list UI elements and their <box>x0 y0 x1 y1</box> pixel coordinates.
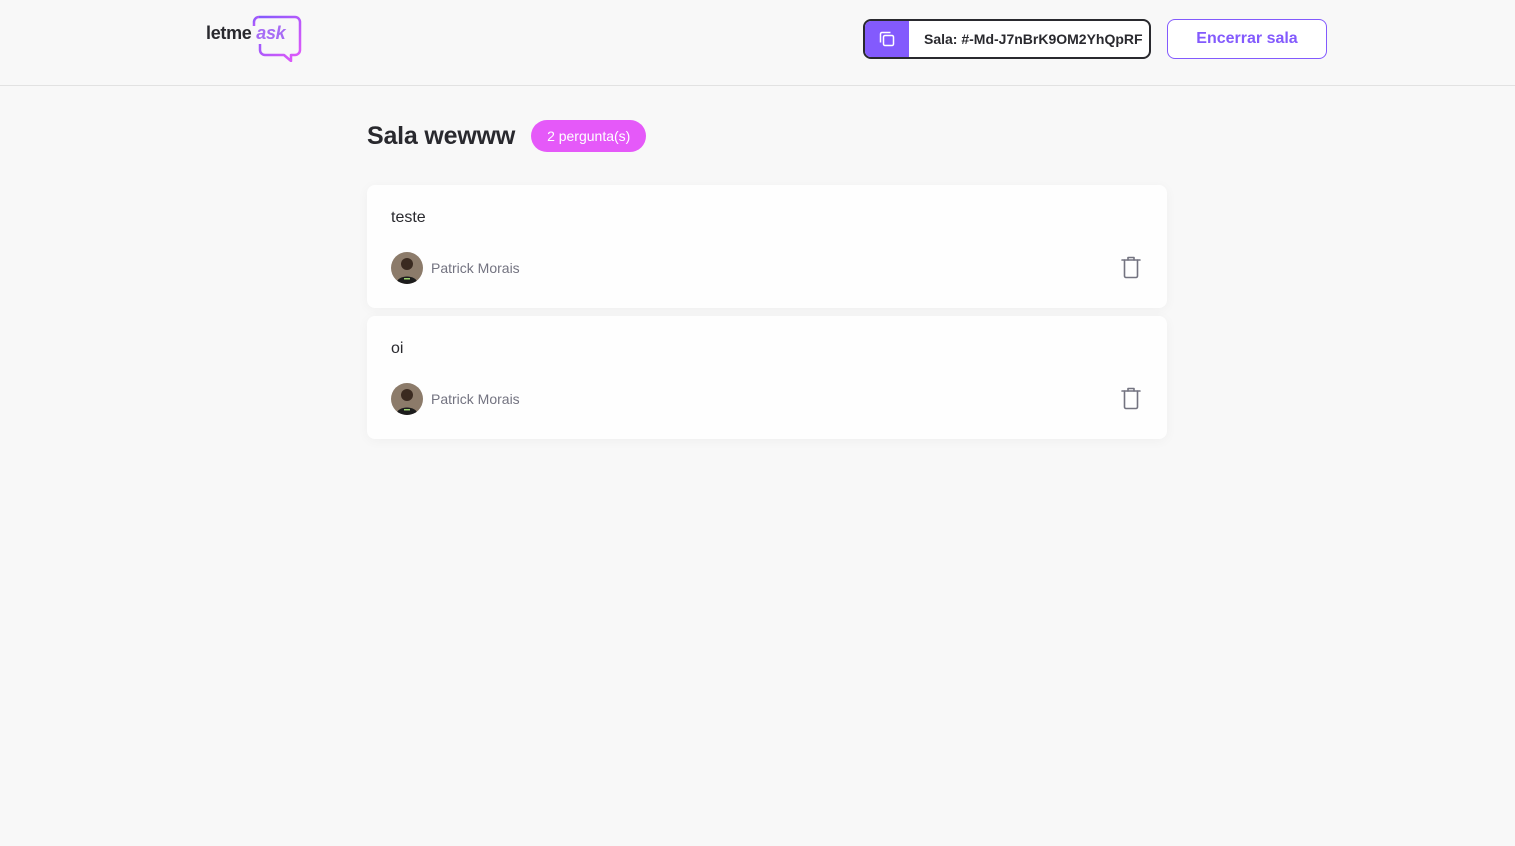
room-title-row: Sala wewww 2 pergunta(s) <box>367 120 647 152</box>
author-name: Patrick Morais <box>431 391 520 407</box>
copy-icon-box[interactable] <box>865 21 909 57</box>
trash-icon <box>1121 387 1141 410</box>
close-room-button[interactable]: Encerrar sala <box>1167 19 1327 59</box>
copy-icon <box>879 31 895 47</box>
avatar <box>391 252 423 284</box>
question-author: Patrick Morais <box>391 383 520 415</box>
question-card: teste Patrick Morais <box>367 185 1167 308</box>
letmeask-logo[interactable]: letme ask <box>205 14 305 64</box>
question-list: teste Patrick Morais oi Patrick Morais <box>367 185 1167 447</box>
trash-icon <box>1121 256 1141 279</box>
avatar <box>391 383 423 415</box>
question-content: teste <box>391 209 426 226</box>
room-code-label: Sala: #-Md-J7nBrK9OM2YhQpRF <box>924 31 1143 47</box>
delete-question-button[interactable] <box>1117 253 1145 281</box>
delete-question-button[interactable] <box>1117 384 1145 412</box>
question-card: oi Patrick Morais <box>367 316 1167 439</box>
question-content: oi <box>391 340 404 357</box>
room-code-copy-button[interactable]: Sala: #-Md-J7nBrK9OM2YhQpRF <box>863 19 1151 59</box>
room-title: Sala wewww <box>367 121 516 150</box>
page-header: letme ask Sala: #-Md-J7nBrK9OM2YhQpRF En… <box>0 0 1515 86</box>
speech-bubble-icon <box>252 15 302 62</box>
question-count-badge: 2 pergunta(s) <box>531 120 647 152</box>
author-name: Patrick Morais <box>431 260 520 276</box>
question-author: Patrick Morais <box>391 252 520 284</box>
